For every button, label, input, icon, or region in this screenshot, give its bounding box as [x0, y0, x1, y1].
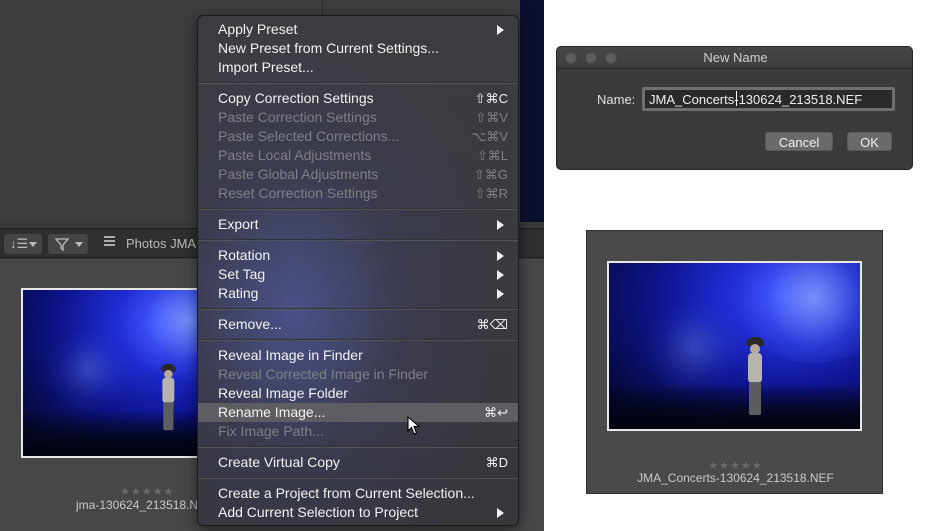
sort-button[interactable]: ↓☰: [4, 234, 42, 254]
menu-item-label: Rating: [218, 285, 259, 301]
menu-separator: [198, 477, 518, 479]
menu-separator: [198, 82, 518, 84]
menu-item-label: Copy Correction Settings: [218, 90, 374, 106]
filter-icon: [55, 238, 69, 251]
chevron-down-icon: [75, 242, 83, 247]
thumbnail-filename: jma-130624_213518.NEF: [76, 498, 214, 512]
menu-item-label: Paste Global Adjustments: [218, 166, 379, 182]
menu-item-shortcut: ⌘D: [485, 455, 508, 470]
menu-item-export[interactable]: Export: [198, 215, 518, 234]
filter-button[interactable]: [48, 234, 88, 254]
menu-item-label: Fix Image Path...: [218, 423, 324, 439]
viewer-image-edge: [520, 0, 544, 222]
menu-item-shortcut: ⇧⌘C: [474, 91, 508, 106]
rating-stars[interactable]: ★★★★★: [120, 485, 174, 498]
menu-item-shortcut: ⌘⌫: [476, 317, 508, 332]
screen: ↓☰ Photos JMA ★★★★★ jma-130624_213518.NE: [0, 0, 942, 531]
chevron-down-icon: [29, 242, 37, 247]
preview-card: ★★★★★ JMA_Concerts-130624_213518.NEF: [586, 230, 883, 494]
menu-item-rotation[interactable]: Rotation: [198, 246, 518, 265]
menu-item-label: Create a Project from Current Selection.…: [218, 485, 475, 501]
submenu-arrow-icon: [497, 220, 504, 230]
cancel-button[interactable]: Cancel: [765, 132, 833, 151]
menu-item-label: Apply Preset: [218, 21, 298, 37]
menu-separator: [198, 239, 518, 241]
menu-item-paste-correction-settings: Paste Correction Settings ⇧⌘V: [198, 108, 518, 127]
menu-item-label: Paste Correction Settings: [218, 109, 377, 125]
menu-item-shortcut: ⇧⌘V: [475, 110, 508, 125]
submenu-arrow-icon: [497, 25, 504, 35]
menu-item-label: Reveal Image in Finder: [218, 347, 363, 363]
menu-item-label: New Preset from Current Settings...: [218, 40, 439, 56]
menu-item-label: Reset Correction Settings: [218, 185, 378, 201]
menu-item-new-preset[interactable]: New Preset from Current Settings...: [198, 39, 518, 58]
menu-item-label: Export: [218, 216, 259, 232]
name-label: Name:: [597, 92, 636, 107]
menu-item-shortcut: ⇧⌘L: [476, 148, 508, 163]
dialog-title: New Name: [703, 50, 768, 65]
new-name-dialog: New Name Name: Cancel OK: [556, 46, 913, 170]
menu-item-paste-global-adjustments: Paste Global Adjustments ⇧⌘G: [198, 165, 518, 184]
name-input[interactable]: [642, 87, 895, 111]
menu-item-label: Remove...: [218, 316, 282, 332]
menu-item-shortcut: ⌘↩: [484, 405, 508, 420]
menu-item-copy-correction-settings[interactable]: Copy Correction Settings ⇧⌘C: [198, 89, 518, 108]
submenu-arrow-icon: [497, 270, 504, 280]
dialog-titlebar: New Name: [557, 47, 912, 69]
menu-item-label: Set Tag: [218, 266, 266, 282]
concert-photo: [609, 263, 860, 429]
menu-item-label: Reveal Corrected Image in Finder: [218, 366, 429, 382]
submenu-arrow-icon: [497, 289, 504, 299]
thumbnail-image[interactable]: [21, 288, 221, 458]
menu-item-shortcut: ⌥⌘V: [471, 129, 508, 144]
preview-filename: JMA_Concerts-130624_213518.NEF: [637, 471, 834, 485]
menu-item-shortcut: ⇧⌘G: [473, 167, 508, 182]
mouse-pointer-icon: [407, 416, 421, 435]
submenu-arrow-icon: [497, 508, 504, 518]
browser-list-icon: [104, 236, 115, 247]
menu-item-import-preset[interactable]: Import Preset...: [198, 58, 518, 77]
menu-item-label: Rename Image...: [218, 404, 326, 420]
menu-item-reveal-image-in-finder[interactable]: Reveal Image in Finder: [198, 346, 518, 365]
sort-icon: ↓☰: [10, 236, 29, 251]
context-menu: Apply Preset New Preset from Current Set…: [197, 15, 519, 526]
menu-item-rating[interactable]: Rating: [198, 284, 518, 303]
menu-item-create-virtual-copy[interactable]: Create Virtual Copy ⌘D: [198, 453, 518, 472]
menu-separator: [198, 446, 518, 448]
menu-item-add-to-project[interactable]: Add Current Selection to Project: [198, 503, 518, 522]
menu-item-label: Add Current Selection to Project: [218, 504, 418, 520]
menu-item-label: Paste Local Adjustments: [218, 147, 372, 163]
menu-item-reveal-corrected-image: Reveal Corrected Image in Finder: [198, 365, 518, 384]
menu-item-label: Rotation: [218, 247, 271, 263]
menu-item-apply-preset[interactable]: Apply Preset: [198, 20, 518, 39]
ok-button[interactable]: OK: [847, 132, 892, 151]
menu-separator: [198, 208, 518, 210]
text-cursor: [736, 91, 737, 106]
menu-item-label: Reveal Image Folder: [218, 385, 348, 401]
menu-item-label: Create Virtual Copy: [218, 454, 340, 470]
menu-item-label: Import Preset...: [218, 59, 314, 75]
menu-item-remove[interactable]: Remove... ⌘⌫: [198, 315, 518, 334]
menu-item-set-tag[interactable]: Set Tag: [198, 265, 518, 284]
menu-item-create-project[interactable]: Create a Project from Current Selection.…: [198, 484, 518, 503]
menu-separator: [198, 339, 518, 341]
concert-photo: [23, 290, 219, 456]
menu-item-reveal-image-folder[interactable]: Reveal Image Folder: [198, 384, 518, 403]
menu-item-shortcut: ⇧⌘R: [474, 186, 508, 201]
menu-item-rename-image[interactable]: Rename Image... ⌘↩: [198, 403, 518, 422]
submenu-arrow-icon: [497, 251, 504, 261]
menu-separator: [198, 308, 518, 310]
menu-item-label: Paste Selected Corrections...: [218, 128, 400, 144]
preview-image[interactable]: [607, 261, 862, 431]
menu-item-paste-selected-corrections: Paste Selected Corrections... ⌥⌘V: [198, 127, 518, 146]
browser-title: Photos JMA: [126, 236, 197, 251]
menu-item-fix-image-path: Fix Image Path...: [198, 422, 518, 441]
menu-item-reset-correction-settings: Reset Correction Settings ⇧⌘R: [198, 184, 518, 203]
menu-item-paste-local-adjustments: Paste Local Adjustments ⇧⌘L: [198, 146, 518, 165]
